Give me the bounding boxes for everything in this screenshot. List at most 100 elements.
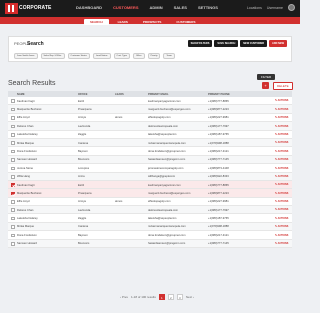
- row-actions-button[interactable]: ACTIONS: [275, 125, 289, 128]
- table-row[interactable]: Samsen Howard Bouncers hawardsamsen@pragco…: [8, 155, 292, 165]
- table-row[interactable]: Effie Lloyd Arroya atmos effieolopagolp.com…: [8, 197, 292, 207]
- row-checkbox[interactable]: [11, 233, 15, 238]
- row-checkbox[interactable]: [11, 166, 15, 171]
- column-header-email[interactable]: PRIMARY EMAIL: [148, 93, 169, 96]
- cell-name[interactable]: Kaufman Fagit: [17, 184, 34, 187]
- row-actions-button[interactable]: ACTIONS: [275, 116, 289, 119]
- add-new-button[interactable]: ADD NEW: [269, 40, 287, 47]
- search-input[interactable]: [14, 40, 164, 47]
- cell-email[interactable]: delorescleanropeala.com: [148, 125, 178, 128]
- cell-name[interactable]: Dona Fondelson: [17, 150, 37, 153]
- cell-email[interactable]: effieolopagolp.com: [148, 116, 171, 119]
- column-header-name[interactable]: NAME: [17, 93, 25, 96]
- prev-page-link[interactable]: ‹ Prev: [120, 295, 128, 299]
- filter-chip[interactable]: Jane Smith-Jones: [14, 53, 38, 59]
- table-row[interactable]: Jerona Stone Locupres jeronastonecomparago…: [8, 164, 292, 173]
- cell-email[interactable]: willhanga@gpeplecom: [148, 175, 175, 178]
- cell-name[interactable]: Delores Chan: [17, 209, 33, 212]
- nav-item-settings[interactable]: SETTINGS: [196, 4, 220, 11]
- filter-button[interactable]: FILTER: [257, 74, 276, 80]
- table-row[interactable]: Lakeisha Delarey Zaggle lakeisha@sspeoplec…: [8, 130, 292, 139]
- cell-email[interactable]: mckarmanarquemtanopela.com: [148, 142, 186, 145]
- page-button[interactable]: 3: [176, 294, 183, 300]
- subnav-search[interactable]: SEARCH: [84, 18, 109, 25]
- cell-name[interactable]: Dona Fondelson: [17, 234, 37, 237]
- cell-email[interactable]: lakeisha@sspeoplecom: [148, 217, 176, 220]
- filter-chip[interactable]: Priority: [147, 53, 161, 59]
- table-row[interactable]: Marquerite Bucheret Pruarquera marguerit.b…: [8, 189, 292, 198]
- row-checkbox[interactable]: [11, 208, 15, 213]
- row-actions-button[interactable]: ACTIONS: [275, 108, 289, 111]
- cell-name[interactable]: Jerona Stone: [17, 167, 33, 170]
- row-checkbox[interactable]: [11, 216, 15, 221]
- page-button[interactable]: 2: [167, 294, 174, 300]
- filter-chip[interactable]: Lead Status: [92, 53, 111, 59]
- nav-item-sales[interactable]: SALES: [172, 4, 189, 11]
- table-row[interactable]: Minka Marque Cantena mckarmanarquemtanopel…: [8, 222, 292, 232]
- show-filters-button[interactable]: SHOW FILTERS: [187, 40, 213, 47]
- row-checkbox[interactable]: [11, 99, 15, 103]
- row-actions-button[interactable]: ACTIONS: [275, 99, 289, 102]
- row-checkbox[interactable]: [11, 225, 15, 229]
- row-checkbox[interactable]: [11, 183, 15, 187]
- table-row[interactable]: Lakeisha Delarey Zaggle lakeisha@sspeoplec…: [8, 214, 292, 223]
- table-row[interactable]: Kaufman Fagit Estril kaufmanyanyagoconsi.c…: [8, 97, 292, 106]
- cell-name[interactable]: Samsen Howard: [17, 158, 37, 161]
- row-actions-button[interactable]: ACTIONS: [275, 167, 289, 170]
- column-header-phone[interactable]: PRIMARY PHONE: [208, 93, 230, 96]
- page-button[interactable]: 1: [158, 294, 165, 300]
- row-actions-button[interactable]: ACTIONS: [275, 183, 289, 186]
- row-actions-button[interactable]: ACTIONS: [275, 234, 289, 237]
- row-actions-button[interactable]: ACTIONS: [275, 200, 289, 203]
- cell-email[interactable]: marguerit.bucheret@espergeo.com: [148, 192, 190, 195]
- new-customer-button[interactable]: NEW CUSTOMER: [240, 40, 268, 47]
- cell-name[interactable]: Delores Chan: [17, 125, 33, 128]
- cell-email[interactable]: delorescleanropeala.com: [148, 209, 178, 212]
- username-dropdown[interactable]: Username: [267, 6, 283, 10]
- cell-name[interactable]: Lakeisha Delarey: [17, 217, 38, 220]
- row-checkbox[interactable]: [11, 242, 15, 246]
- row-actions-button[interactable]: ACTIONS: [275, 225, 289, 228]
- cell-name[interactable]: Marquerite Bucheret: [17, 108, 41, 111]
- row-checkbox[interactable]: [11, 107, 15, 112]
- subnav-customers[interactable]: CUSTOMERS: [170, 19, 201, 25]
- delete-button[interactable]: DELETE: [273, 82, 293, 90]
- nav-item-dashboard[interactable]: DASHBOARD: [74, 4, 104, 11]
- table-row[interactable]: Kaufman Fagit Estril kaufmanyanyagoconsi.c…: [8, 180, 292, 190]
- cell-email[interactable]: jeronastonecomparagolp.com: [148, 167, 183, 170]
- subnav-leads[interactable]: LEADS: [112, 19, 134, 25]
- filter-chip[interactable]: Sales Rep #4 Elec: [40, 53, 65, 59]
- cell-name[interactable]: Kaufman Fagit: [17, 100, 34, 103]
- table-row[interactable]: Samsen Howard Bouncers hawardsamsen@pragco…: [8, 239, 292, 249]
- row-actions-button[interactable]: ACTIONS: [275, 133, 289, 136]
- cell-email[interactable]: dona.fondelson@groupnet.com: [148, 234, 186, 237]
- avatar[interactable]: [288, 4, 295, 11]
- table-row[interactable]: Willa Hang Arora willhanga@gpeplecom +1(980…: [8, 172, 292, 181]
- row-checkbox[interactable]: [11, 116, 15, 120]
- row-checkbox[interactable]: [11, 141, 15, 145]
- filter-chip[interactable]: Office: [132, 53, 145, 59]
- cell-email[interactable]: hawardsamsen@pragcom.com: [148, 158, 185, 161]
- row-actions-button[interactable]: ACTIONS: [275, 217, 289, 220]
- table-row[interactable]: Dona Fondelson Baynem dona.fondelson@group…: [8, 231, 292, 240]
- cell-email[interactable]: dona.fondelson@groupnet.com: [148, 150, 186, 153]
- row-checkbox[interactable]: [11, 124, 15, 129]
- locations-dropdown[interactable]: Locations: [247, 6, 262, 10]
- nav-item-customers[interactable]: CUSTOMERS: [111, 4, 140, 11]
- row-actions-button[interactable]: ACTIONS: [275, 192, 289, 195]
- row-checkbox[interactable]: [11, 174, 15, 179]
- cell-name[interactable]: Samsen Howard: [17, 242, 37, 245]
- row-actions-button[interactable]: ACTIONS: [275, 158, 289, 161]
- subnav-prospects[interactable]: PROSPECTS: [137, 19, 168, 25]
- row-actions-button[interactable]: ACTIONS: [275, 208, 289, 211]
- row-checkbox[interactable]: [11, 149, 15, 154]
- table-row[interactable]: Minka Marque Cantena mckarmanarquemtanopel…: [8, 138, 292, 148]
- cell-name[interactable]: Effie Lloyd: [17, 200, 30, 203]
- cell-name[interactable]: Minka Marque: [17, 142, 34, 145]
- cell-name[interactable]: Lakeisha Delarey: [17, 133, 38, 136]
- table-row[interactable]: Effie Lloyd Arroya atmos effieolopagolp.com…: [8, 113, 292, 123]
- column-header-office[interactable]: OFFICE: [78, 93, 88, 96]
- cell-name[interactable]: Willa Hang: [17, 175, 30, 178]
- filter-chip[interactable]: Team: [163, 53, 175, 59]
- add-icon[interactable]: +: [262, 82, 269, 89]
